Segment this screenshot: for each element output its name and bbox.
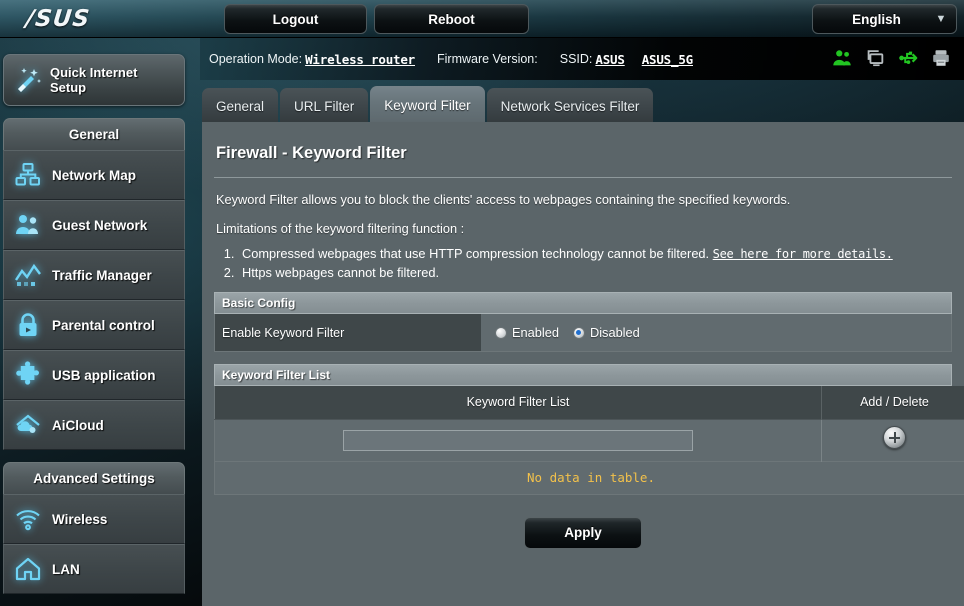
router-admin-page: /SUS Logout Reboot English ▼ Operation M… <box>0 0 964 606</box>
table-header-row: Keyword Filter List Add / Delete <box>214 386 964 419</box>
language-selector[interactable]: English ▼ <box>812 4 957 34</box>
chart-icon <box>4 261 52 289</box>
lock-icon <box>4 311 52 339</box>
keyword-filter-list-header: Keyword Filter List <box>214 364 952 386</box>
enable-keyword-filter-row: Enable Keyword Filter Enabled Disabled <box>214 314 952 352</box>
wand-icon <box>4 65 50 95</box>
sidebar-item-guest-network[interactable]: Guest Network <box>3 200 185 250</box>
sidebar-item-aicloud[interactable]: AiCloud <box>3 400 185 450</box>
sidebar-item-lan[interactable]: LAN <box>3 544 185 594</box>
tab-bar: General URL Filter Keyword Filter Networ… <box>202 86 654 124</box>
page-title: Firewall - Keyword Filter <box>216 144 407 162</box>
sidebar-header-advanced-settings: Advanced Settings <box>3 462 185 494</box>
limitation-item-1: Compressed webpages that use HTTP compre… <box>238 246 954 261</box>
sidebar-item-parental-control[interactable]: Parental control <box>3 300 185 350</box>
radio-disabled-indicator[interactable] <box>572 326 585 339</box>
radio-enabled[interactable]: Enabled <box>495 325 559 340</box>
quick-internet-setup-label: Quick Internet Setup <box>50 65 138 95</box>
sidebar-item-wireless[interactable]: Wireless <box>3 494 185 544</box>
add-button-cell <box>821 418 964 461</box>
limitations-header: Limitations of the keyword filtering fun… <box>216 221 465 236</box>
status-icon-group <box>831 47 952 69</box>
users-icon <box>4 211 52 239</box>
tab-general[interactable]: General <box>202 88 279 124</box>
sidebar-item-label: Network Map <box>52 167 137 183</box>
sidebar-advanced-group: Advanced Settings Wireless LAN <box>3 462 185 594</box>
radio-disabled[interactable]: Disabled <box>572 325 640 340</box>
sidebar-item-label: Wireless <box>52 511 108 527</box>
wifi-icon <box>4 505 52 533</box>
keyword-input-cell <box>214 418 822 461</box>
limitation-2-text: Https webpages cannot be filtered. <box>242 265 440 280</box>
asus-logo: /SUS <box>24 6 92 32</box>
sidebar-item-label: LAN <box>52 561 80 577</box>
basic-config-header: Basic Config <box>214 292 952 314</box>
enable-keyword-filter-label: Enable Keyword Filter <box>215 314 481 351</box>
tab-keyword-filter[interactable]: Keyword Filter <box>370 86 485 124</box>
language-label: English <box>852 11 901 27</box>
usb-icon[interactable] <box>897 47 919 69</box>
no-data-message: No data in table. <box>214 461 964 495</box>
limitation-item-2: Https webpages cannot be filtered. <box>238 265 954 280</box>
sidebar-general-group: General Network Map Guest Network Traffi… <box>3 118 185 450</box>
firmware-version-label: Firmware Version: <box>437 52 538 66</box>
sidebar-item-label: Traffic Manager <box>52 267 152 283</box>
sidebar-item-label: AiCloud <box>52 417 104 433</box>
description-text: Keyword Filter allows you to block the c… <box>216 192 791 207</box>
keyword-input[interactable] <box>343 429 693 451</box>
tab-network-services-filter[interactable]: Network Services Filter <box>486 88 654 124</box>
top-bar: /SUS Logout Reboot English ▼ <box>0 0 964 38</box>
sidebar-item-label: Guest Network <box>52 217 148 233</box>
sidebar-item-network-map[interactable]: Network Map <box>3 150 185 200</box>
sidebar-item-usb-application[interactable]: USB application <box>3 350 185 400</box>
limitations-list: Compressed webpages that use HTTP compre… <box>238 246 954 280</box>
operation-mode-label: Operation Mode: <box>209 52 303 66</box>
puzzle-icon <box>4 361 52 389</box>
reboot-button[interactable]: Reboot <box>374 4 529 34</box>
enable-keyword-filter-options: Enabled Disabled <box>481 314 951 351</box>
table-row <box>214 418 964 461</box>
apply-button[interactable]: Apply <box>524 516 642 549</box>
chevron-down-icon: ▼ <box>935 13 947 25</box>
ssid-2ghz-value[interactable]: ASUS <box>595 52 625 67</box>
column-header-add-delete: Add / Delete <box>821 386 964 419</box>
sidebar-header-general: General <box>3 118 185 150</box>
more-details-link[interactable]: See here for more details. <box>713 247 893 261</box>
apply-button-container: Apply <box>212 516 954 549</box>
limitation-1-text: Compressed webpages that use HTTP compre… <box>242 246 710 261</box>
quick-internet-setup-button[interactable]: Quick Internet Setup <box>3 54 185 106</box>
content-panel: Firewall - Keyword Filter Keyword Filter… <box>202 122 964 606</box>
ssid-label: SSID: <box>559 52 593 66</box>
radio-disabled-label: Disabled <box>589 325 640 340</box>
column-header-keyword: Keyword Filter List <box>214 386 822 419</box>
sidebar-item-label: Parental control <box>52 317 155 333</box>
plus-circle-icon[interactable] <box>883 426 906 449</box>
operation-mode-value[interactable]: Wireless router <box>305 52 415 67</box>
devices-icon[interactable] <box>864 47 886 69</box>
cloud-icon <box>4 411 52 439</box>
sidebar-item-label: USB application <box>52 367 156 383</box>
network-map-icon <box>4 161 52 189</box>
ssid-5ghz-value[interactable]: ASUS_5G <box>642 52 693 67</box>
keyword-filter-table: Keyword Filter List Add / Delete <box>214 386 964 462</box>
printer-icon[interactable] <box>930 47 952 69</box>
logout-button[interactable]: Logout <box>224 4 367 34</box>
clients-icon[interactable] <box>831 47 853 69</box>
sidebar-item-traffic-manager[interactable]: Traffic Manager <box>3 250 185 300</box>
radio-enabled-label: Enabled <box>512 325 559 340</box>
radio-enabled-indicator[interactable] <box>495 326 507 339</box>
home-icon <box>4 555 52 583</box>
sidebar: Quick Internet Setup General Network Map <box>0 38 188 606</box>
tab-url-filter[interactable]: URL Filter <box>280 88 369 124</box>
